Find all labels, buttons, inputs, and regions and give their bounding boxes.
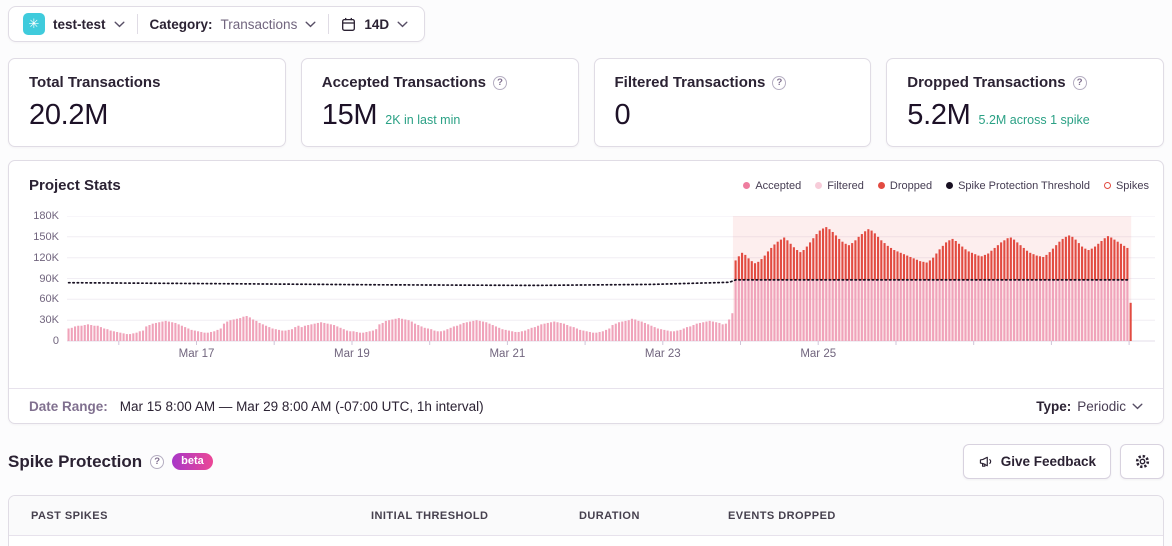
project-avatar-icon: ✳ bbox=[23, 13, 45, 35]
card-title: Accepted Transactions bbox=[321, 74, 486, 91]
col-duration: Duration bbox=[579, 509, 640, 522]
chevron-down-icon bbox=[1132, 403, 1143, 410]
chevron-down-icon bbox=[305, 21, 316, 27]
category-value: Transactions bbox=[220, 16, 298, 32]
legend-swatch-icon bbox=[946, 182, 954, 189]
chart-legend: Accepted Filtered Dropped Spike Protection … bbox=[743, 180, 1149, 192]
x-axis-label: Mar 21 bbox=[489, 348, 526, 360]
card-title: Dropped Transactions bbox=[907, 74, 1066, 91]
legend-label: Spikes bbox=[1115, 179, 1149, 192]
filter-bar: ✳ test-test Category: Transactions 14D bbox=[8, 6, 426, 42]
stat-card-filtered: Filtered Transactions ? 0 bbox=[593, 58, 872, 147]
legend-swatch-icon bbox=[815, 182, 823, 189]
usage-stats-page: ✳ test-test Category: Transactions 14D T… bbox=[0, 0, 1172, 546]
y-axis-label: 60K bbox=[39, 293, 59, 306]
legend-label: Dropped bbox=[889, 179, 933, 192]
legend-item-spike-protection-threshold[interactable]: Spike Protection Threshold bbox=[946, 180, 1090, 192]
legend-label: Spike Protection Threshold bbox=[958, 179, 1090, 192]
x-axis-label: Mar 19 bbox=[334, 348, 370, 360]
table-row bbox=[9, 536, 1163, 546]
help-icon[interactable]: ? bbox=[1072, 75, 1087, 90]
legend-item-accepted[interactable]: Accepted bbox=[743, 180, 801, 192]
card-subtext: 2K in last min bbox=[385, 113, 461, 127]
y-axis-label: 180K bbox=[33, 210, 59, 222]
chart-footer: Date Range: Mar 15 8:00 AM — Mar 29 8:00… bbox=[9, 388, 1163, 424]
x-axis-label: Mar 17 bbox=[178, 348, 215, 360]
give-feedback-button[interactable]: Give Feedback bbox=[962, 444, 1111, 479]
legend-item-filtered[interactable]: Filtered bbox=[815, 180, 864, 192]
project-selector[interactable]: ✳ test-test bbox=[21, 13, 137, 35]
card-title: Filtered Transactions bbox=[614, 74, 766, 91]
table-header-row: Past Spikes Initial Threshold Duration E… bbox=[9, 496, 1163, 536]
settings-button[interactable] bbox=[1120, 444, 1164, 479]
chevron-down-icon bbox=[397, 21, 408, 27]
legend-swatch-icon bbox=[743, 182, 751, 189]
y-axis-label: 150K bbox=[33, 230, 59, 243]
calendar-icon bbox=[342, 17, 356, 31]
project-name: test-test bbox=[53, 16, 106, 32]
date-range-label: Date Range: bbox=[29, 399, 108, 414]
date-period-selector[interactable]: 14D bbox=[329, 17, 412, 32]
y-axis-label: 0 bbox=[52, 335, 59, 347]
past-spikes-table: Past Spikes Initial Threshold Duration E… bbox=[8, 495, 1164, 546]
help-icon[interactable]: ? bbox=[492, 75, 507, 90]
help-icon[interactable]: ? bbox=[772, 75, 787, 90]
card-subtext: 5.2M across 1 spike bbox=[978, 113, 1090, 127]
gear-icon bbox=[1135, 454, 1149, 469]
col-initial-threshold: Initial Threshold bbox=[371, 509, 489, 522]
y-axis-label: 120K bbox=[33, 251, 59, 264]
date-range-value: Mar 15 8:00 AM — Mar 29 8:00 AM (-07:00 … bbox=[119, 399, 484, 414]
help-icon[interactable]: ? bbox=[150, 454, 165, 469]
card-value: 0 bbox=[614, 99, 631, 131]
stat-card-accepted: Accepted Transactions ? 15M 2K in last m… bbox=[300, 58, 579, 147]
category-label: Category: bbox=[149, 16, 213, 32]
project-stats-card: Project Stats Accepted Filtered Dropped Spi… bbox=[8, 160, 1164, 424]
legend-label: Filtered bbox=[827, 179, 864, 192]
legend-label: Accepted bbox=[755, 179, 802, 192]
legend-swatch-icon bbox=[877, 182, 885, 189]
card-value: 5.2M bbox=[907, 99, 971, 131]
y-axis-label: 90K bbox=[39, 272, 59, 285]
stat-cards-row: Total Transactions 20.2M Accepted Transa… bbox=[8, 58, 1164, 147]
period-value: 14D bbox=[364, 16, 390, 32]
beta-badge: beta bbox=[172, 453, 213, 470]
card-value: 15M bbox=[321, 99, 378, 131]
col-past-spikes: Past Spikes bbox=[31, 509, 108, 522]
spike-protection-header: Spike Protection ? beta Give Feedback bbox=[8, 444, 1164, 479]
section-title: Spike Protection bbox=[8, 451, 143, 471]
legend-item-dropped[interactable]: Dropped bbox=[877, 179, 933, 192]
megaphone-icon bbox=[979, 456, 991, 467]
category-selector[interactable]: Category: Transactions bbox=[138, 17, 329, 32]
chevron-down-icon bbox=[114, 21, 125, 27]
project-stats-chart[interactable] bbox=[67, 216, 1155, 347]
stat-card-total: Total Transactions 20.2M bbox=[8, 58, 286, 147]
stat-card-dropped: Dropped Transactions ? 5.2M 5.2M across … bbox=[886, 58, 1164, 147]
type-selector[interactable]: Type: Periodic bbox=[1036, 399, 1143, 414]
card-title: Total Transactions bbox=[29, 74, 161, 91]
x-axis-label: Mar 25 bbox=[800, 348, 837, 360]
col-events-dropped: Events Dropped bbox=[728, 509, 836, 522]
card-value: 20.2M bbox=[29, 99, 109, 131]
chart-title: Project Stats bbox=[29, 177, 121, 194]
y-axis-label: 30K bbox=[39, 314, 59, 327]
legend-item-spikes[interactable]: Spikes bbox=[1103, 179, 1149, 192]
legend-swatch-icon bbox=[1103, 182, 1111, 189]
x-axis-label: Mar 23 bbox=[644, 348, 681, 360]
